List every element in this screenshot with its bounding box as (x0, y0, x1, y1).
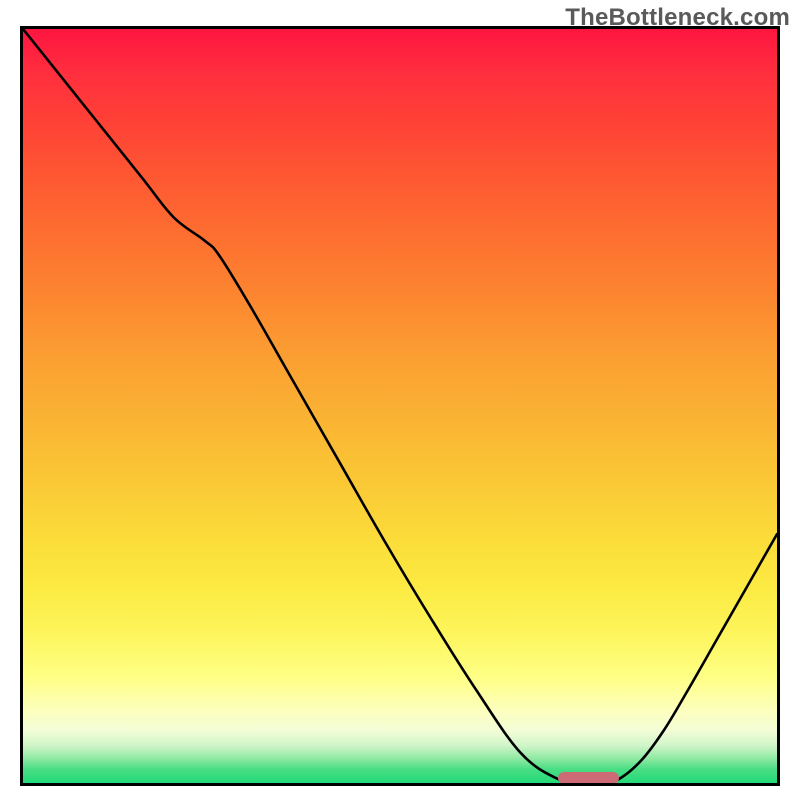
optimal-range-marker (558, 772, 618, 784)
chart-plot-area (20, 26, 780, 786)
bottleneck-curve (23, 29, 777, 783)
chart-container: TheBottleneck.com (0, 0, 800, 800)
curve-line (23, 29, 777, 783)
